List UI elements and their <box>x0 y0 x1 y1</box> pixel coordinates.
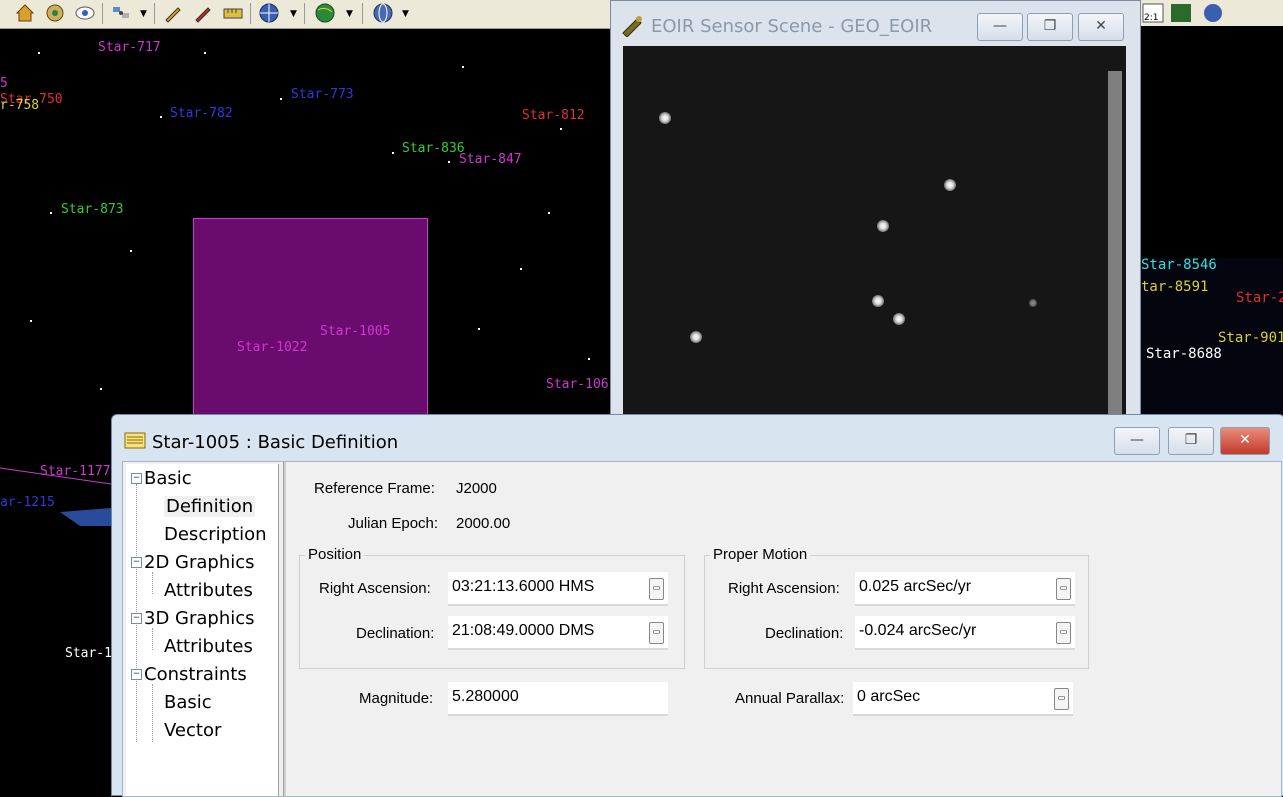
star-point <box>1029 299 1037 307</box>
unit-button[interactable]: ▭ <box>649 622 664 644</box>
position-dec-field[interactable]: 21:08:49.0000 DMS ▭ <box>448 616 668 650</box>
pencil-icon[interactable] <box>162 2 184 24</box>
eoir-window: EOIR Sensor Scene - GEO_EOIR — ❐ ✕ <box>610 0 1141 422</box>
ruler-icon[interactable] <box>222 2 244 24</box>
collapse-icon[interactable]: − <box>131 557 142 568</box>
parallax-field[interactable]: 0 arcSec ▭ <box>853 682 1073 716</box>
tree-item-definition[interactable]: Definition <box>164 496 256 517</box>
star-point <box>893 313 905 325</box>
position-ra-field[interactable]: 03:21:13.6000 HMS ▭ <box>448 572 668 606</box>
star-label: Star-1022 <box>237 340 308 355</box>
star-point <box>690 331 702 343</box>
collapse-icon[interactable]: − <box>131 613 142 624</box>
star-label: Star-8546 <box>1141 257 1217 273</box>
star-point <box>659 112 671 124</box>
star-point <box>877 220 889 232</box>
window-title: EOIR Sensor Scene - GEO_EOIR <box>651 16 933 37</box>
proper-motion-group-title: Proper Motion <box>710 546 811 563</box>
position-group-title: Position <box>305 546 365 563</box>
maximize-button[interactable]: ❐ <box>1027 13 1073 41</box>
star-label: Star-812 <box>522 108 585 123</box>
proper-motion-ra-label: Right Ascension: <box>728 580 840 597</box>
tree-item-2d-attributes[interactable]: Attributes <box>164 580 253 601</box>
star-label: Star-717 <box>98 40 161 55</box>
julian-epoch-label: Julian Epoch: <box>348 515 439 532</box>
star-label: tar-8591 <box>1141 279 1209 295</box>
collapse-icon[interactable]: − <box>131 669 142 680</box>
globe-3d-icon[interactable] <box>372 2 394 24</box>
unit-button[interactable]: ▭ <box>1056 578 1071 600</box>
star-label: 5 <box>0 76 8 91</box>
satellites-icon[interactable] <box>110 2 132 24</box>
star-label: Star-8688 <box>1146 346 1222 362</box>
tree-item-constraints[interactable]: Constraints <box>144 664 247 685</box>
dialog-body: − Basic Definition Description − 2D Grap… <box>122 461 1282 797</box>
proper-motion-ra-field[interactable]: 0.025 arcSec/yr ▭ <box>855 572 1075 606</box>
proper-motion-dec-label: Declination: <box>765 625 844 642</box>
tree-item-3d-attributes[interactable]: Attributes <box>164 636 253 657</box>
map-icon[interactable] <box>314 2 336 24</box>
star-properties-dialog: Star-1005 : Basic Definition — ❐ ✕ − Bas… <box>111 414 1283 797</box>
main-toolbar: ▼ ▼ ▼ ▼ <box>0 0 612 29</box>
tree-item-description[interactable]: Description <box>164 524 267 545</box>
svg-text:2:1: 2:1 <box>1144 13 1158 23</box>
magnitude-field[interactable]: 5.280000 <box>448 682 668 716</box>
marker-icon[interactable] <box>192 2 214 24</box>
star-label: r-758 <box>0 98 40 113</box>
star-label: Star-873 <box>61 202 124 217</box>
reference-frame-value: J2000 <box>456 480 497 497</box>
maximize-button[interactable]: ❐ <box>1168 427 1214 455</box>
star-label: Star-836 <box>402 141 465 156</box>
tree-item-3d-graphics[interactable]: 3D Graphics <box>144 608 255 629</box>
parallax-label: Annual Parallax: <box>735 690 845 707</box>
star-label: Star-773 <box>291 87 354 102</box>
right-toolbar: 2:1 <box>1139 0 1283 26</box>
orbit-line <box>0 467 111 526</box>
sensor-footprint <box>193 218 428 420</box>
star-label: Star-106 <box>546 377 609 392</box>
star-label: Star-1 <box>65 646 112 661</box>
notepad-icon <box>124 432 146 449</box>
star-label: Star-847 <box>459 152 522 167</box>
unit-button[interactable]: ▭ <box>1054 688 1069 710</box>
star-label: Star-2 <box>1236 290 1283 306</box>
tree-item-vector[interactable]: Vector <box>164 720 221 741</box>
scrollbar[interactable] <box>1108 71 1122 421</box>
view-tools-icon[interactable]: 2:1 <box>1139 0 1283 26</box>
close-button[interactable]: ✕ <box>1078 13 1124 41</box>
close-button[interactable]: ✕ <box>1220 427 1270 455</box>
position-ra-label: Right Ascension: <box>319 580 431 597</box>
page-tree: − Basic Definition Description − 2D Grap… <box>126 464 279 796</box>
sensor-scene-view[interactable] <box>623 46 1126 421</box>
tree-item-constraints-basic[interactable]: Basic <box>164 692 212 713</box>
target-icon[interactable] <box>44 2 66 24</box>
home-icon[interactable] <box>14 2 36 24</box>
star-label: Star-782 <box>170 106 233 121</box>
reference-frame-label: Reference Frame: <box>314 480 435 497</box>
julian-epoch-value: 2000.00 <box>456 515 511 532</box>
eye-icon[interactable] <box>74 2 96 24</box>
dialog-title: Star-1005 : Basic Definition <box>152 432 399 453</box>
unit-button[interactable]: ▭ <box>1056 622 1071 644</box>
unit-button[interactable]: ▭ <box>649 578 664 600</box>
star-label: Star-9010 <box>1218 330 1283 346</box>
star-label: Star-1005 <box>320 324 391 339</box>
minimize-button[interactable]: — <box>977 13 1023 41</box>
star-point <box>872 295 884 307</box>
position-dec-label: Declination: <box>356 625 435 642</box>
minimize-button[interactable]: — <box>1114 427 1160 455</box>
telescope-icon <box>621 13 645 41</box>
proper-motion-dec-field[interactable]: -0.024 arcSec/yr ▭ <box>855 616 1075 650</box>
star-point <box>944 179 956 191</box>
tree-item-2d-graphics[interactable]: 2D Graphics <box>144 552 255 573</box>
magnitude-label: Magnitude: <box>359 690 434 707</box>
globe-icon[interactable] <box>258 2 280 24</box>
collapse-icon[interactable]: − <box>131 473 142 484</box>
tree-item-basic[interactable]: Basic <box>144 468 192 489</box>
